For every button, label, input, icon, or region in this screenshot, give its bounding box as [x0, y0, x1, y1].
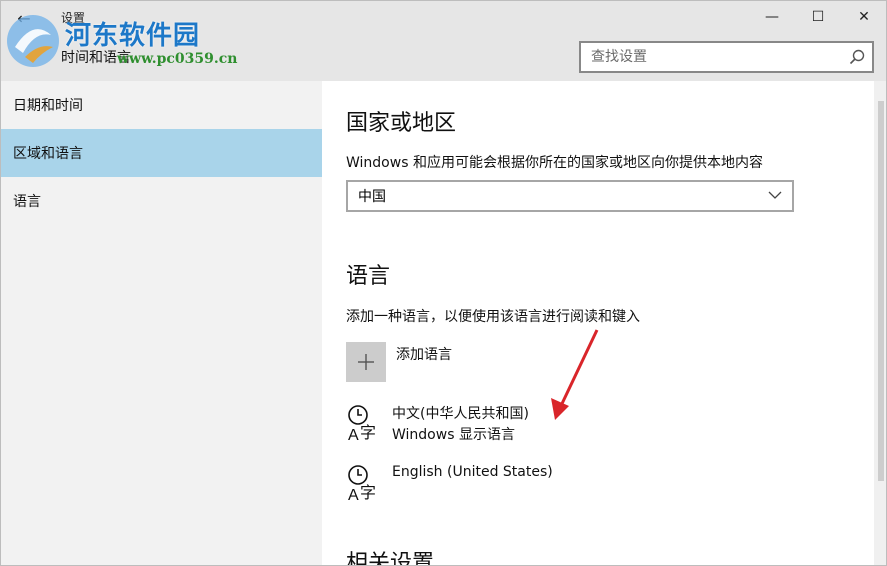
back-arrow-icon: ←	[17, 8, 31, 28]
region-title: 国家或地区	[346, 111, 457, 136]
country-selected-value: 中国	[358, 189, 386, 205]
chevron-down-icon	[768, 191, 782, 199]
svg-text:A: A	[348, 487, 359, 503]
svg-text:字: 字	[360, 423, 376, 442]
app-title: 设置	[61, 11, 86, 25]
add-language-label[interactable]: 添加语言	[396, 344, 452, 364]
plus-icon	[358, 354, 374, 370]
language-description: 添加一种语言，以便使用该语言进行阅读和键入	[346, 309, 640, 325]
title-bar: ← 设置 时间和语言 — ☐ ✕	[1, 1, 886, 81]
language-clock-icon[interactable]: A 字	[346, 403, 382, 443]
sidebar-item-label: 语言	[13, 194, 41, 210]
main-content: 国家或地区 Windows 和应用可能会根据你所在的国家或地区向你提供本地内容 …	[322, 81, 874, 566]
language-item-english[interactable]: English (United States)	[392, 464, 553, 480]
sidebar-item-label: 日期和时间	[13, 98, 83, 114]
minimize-icon: —	[765, 9, 779, 25]
language-title: 语言	[346, 264, 391, 289]
search-icon[interactable]	[848, 48, 866, 66]
settings-window: ← 设置 时间和语言 — ☐ ✕ 河东软件园 www.pc0359.cn	[0, 0, 887, 566]
page-heading: 时间和语言	[61, 50, 131, 66]
language-display-note: Windows 显示语言	[392, 427, 515, 443]
sidebar-item-region-language[interactable]: 区域和语言	[1, 129, 322, 177]
svg-text:A: A	[348, 427, 359, 443]
maximize-icon: ☐	[811, 9, 825, 25]
add-language-button[interactable]	[346, 342, 386, 382]
sidebar: 日期和时间 区域和语言 语言	[1, 81, 322, 565]
sidebar-item-label: 区域和语言	[13, 146, 83, 162]
country-dropdown[interactable]: 中国	[346, 180, 794, 212]
related-settings-title: 相关设置	[346, 551, 435, 566]
content-scrollbar[interactable]	[874, 81, 886, 565]
scrollbar-thumb[interactable]	[878, 101, 884, 481]
close-icon: ✕	[858, 9, 870, 25]
search-input[interactable]	[581, 43, 831, 71]
region-description: Windows 和应用可能会根据你所在的国家或地区向你提供本地内容	[346, 155, 763, 171]
minimize-button[interactable]: —	[749, 1, 795, 33]
language-item-chinese[interactable]: 中文(中华人民共和国)	[392, 403, 529, 423]
sidebar-item-date-time[interactable]: 日期和时间	[1, 81, 322, 129]
back-button[interactable]: ←	[9, 5, 39, 31]
maximize-button[interactable]: ☐	[795, 1, 841, 33]
sidebar-item-speech[interactable]: 语言	[1, 177, 322, 225]
close-button[interactable]: ✕	[841, 1, 886, 33]
svg-text:字: 字	[360, 483, 376, 502]
search-box[interactable]	[579, 41, 874, 73]
language-clock-icon[interactable]: A 字	[346, 463, 382, 503]
